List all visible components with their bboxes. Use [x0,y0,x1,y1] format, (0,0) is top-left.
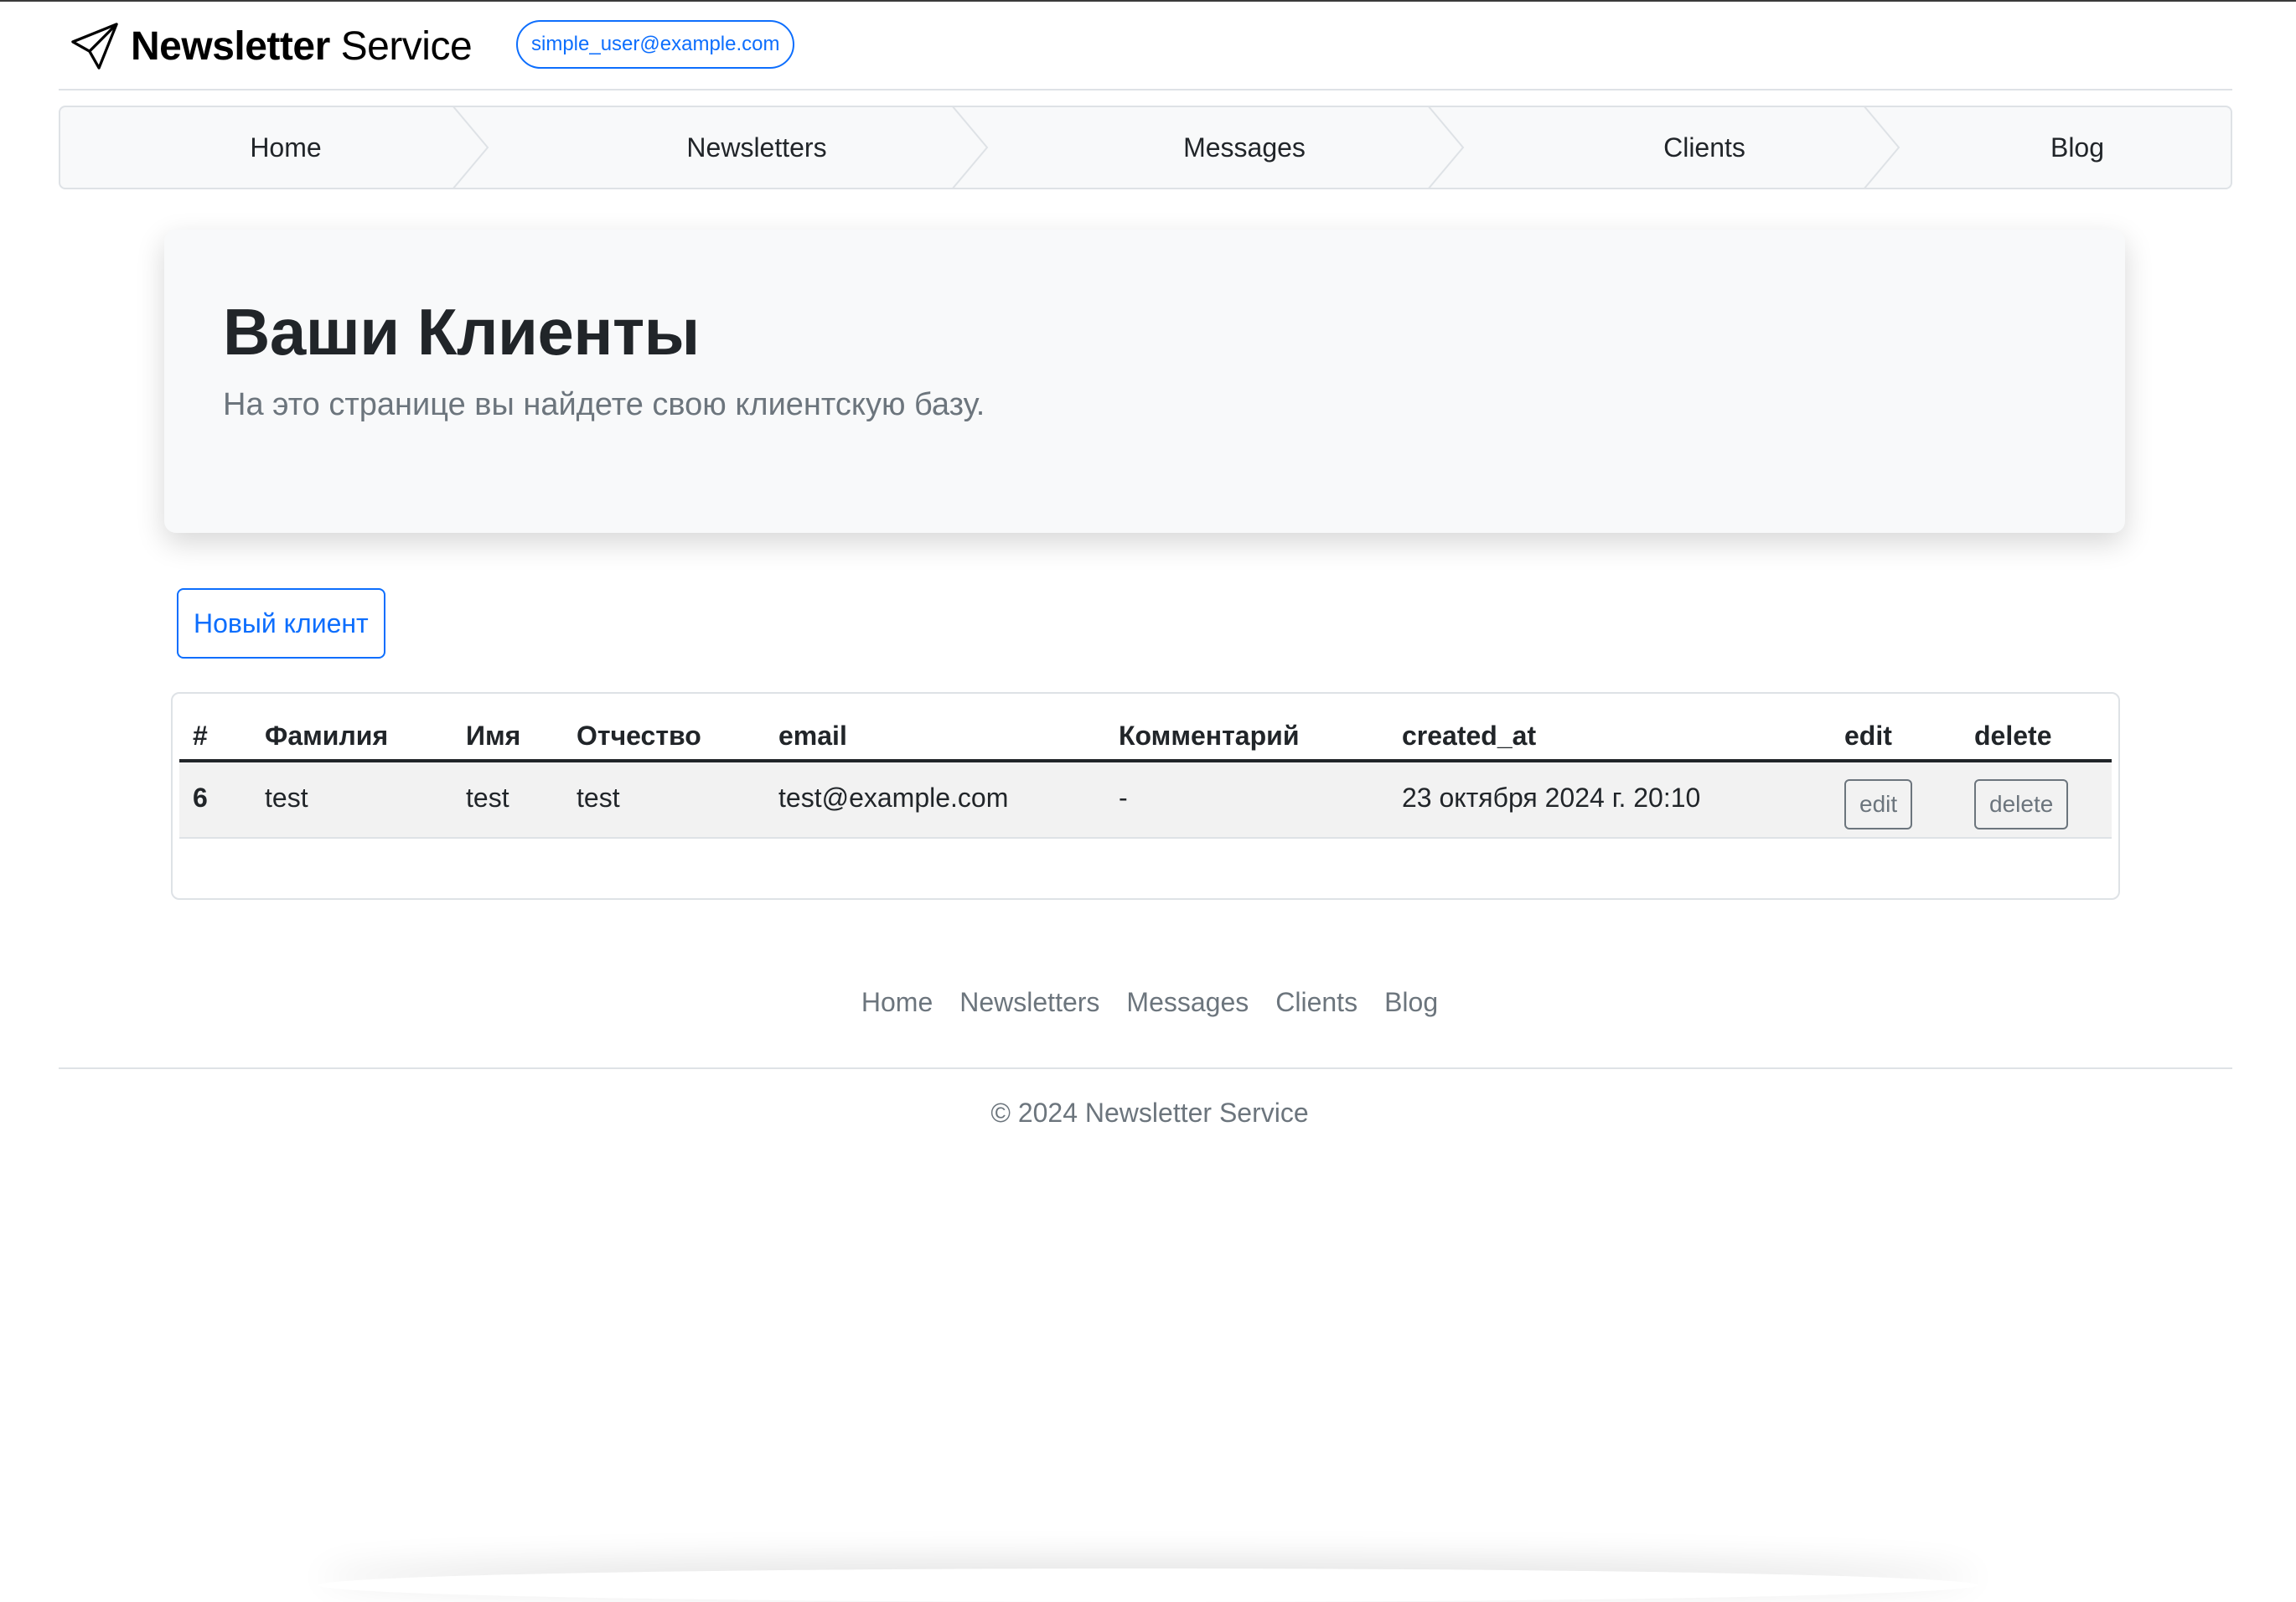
paper-plane-icon [70,22,119,70]
chevron-right-icon [1862,107,1902,188]
cell-delete: delete [1961,761,2112,839]
cell-comment: - [1105,761,1388,839]
cell-id: 6 [179,761,251,839]
cell-edit: edit [1831,761,1961,839]
footer-link-blog[interactable]: Blog [1384,987,1438,1029]
page-subtitle: На это странице вы найдете свою клиентск… [223,386,985,422]
column-header-id: # [179,712,251,762]
footer-link-messages[interactable]: Messages [1126,987,1249,1029]
clients-table-card: # Фамилия Имя Отчество email Комментарий… [171,692,2120,900]
footer-copyright: © 2024 Newsletter Service [990,1098,1309,1128]
column-header-first-name: Имя [452,712,563,762]
brand-name-bold: Newsletter [131,23,330,69]
page-header-card: Ваши Клиенты На это странице вы найдете … [164,230,2125,533]
brand-name: Newsletter Service [131,23,473,70]
table-row: 6 test test test test@example.com - 23 о… [179,761,2112,839]
brand-link[interactable]: Newsletter Service [70,18,473,74]
footer-link-home[interactable]: Home [861,987,933,1029]
footer-link-newsletters[interactable]: Newsletters [959,987,1099,1029]
footer-nav: Home Newsletters Messages Clients Blog [0,987,2296,1029]
column-header-edit: edit [1831,712,1961,762]
footer-divider [59,1067,2232,1069]
site-header: Newsletter Service simple_user@example.c… [59,2,2232,90]
cell-first-name: test [452,761,563,839]
footer-link-clients[interactable]: Clients [1275,987,1357,1029]
page-title: Ваши Клиенты [223,295,700,369]
chevron-right-icon [950,107,990,188]
column-header-comment: Комментарий [1105,712,1388,762]
cell-patronymic: test [563,761,765,839]
breadcrumb-nav: Home Newsletters Messages Clients Blog [59,106,2232,189]
chevron-right-icon [451,107,491,188]
nav-item-messages[interactable]: Messages [1002,107,1487,188]
nav-item-clients[interactable]: Clients [1487,107,1922,188]
user-email-badge[interactable]: simple_user@example.com [516,20,795,69]
nav-item-blog[interactable]: Blog [1922,107,2231,188]
bottom-shadow-decoration [318,1568,1978,1602]
table-header-row: # Фамилия Имя Отчество email Комментарий… [179,712,2112,762]
nav-item-home[interactable]: Home [60,107,511,188]
edit-button[interactable]: edit [1844,779,1913,829]
column-header-last-name: Фамилия [251,712,452,762]
delete-button[interactable]: delete [1974,779,2069,829]
nav-item-newsletters[interactable]: Newsletters [511,107,1002,188]
brand-name-light: Service [340,23,473,69]
cell-created-at: 23 октября 2024 г. 20:10 [1388,761,1831,839]
column-header-delete: delete [1961,712,2112,762]
column-header-created-at: created_at [1388,712,1831,762]
column-header-email: email [765,712,1105,762]
new-client-button[interactable]: Новый клиент [177,588,385,659]
clients-table: # Фамилия Имя Отчество email Комментарий… [179,712,2112,839]
cell-last-name: test [251,761,452,839]
cell-email: test@example.com [765,761,1105,839]
chevron-right-icon [1426,107,1466,188]
column-header-patronymic: Отчество [563,712,765,762]
